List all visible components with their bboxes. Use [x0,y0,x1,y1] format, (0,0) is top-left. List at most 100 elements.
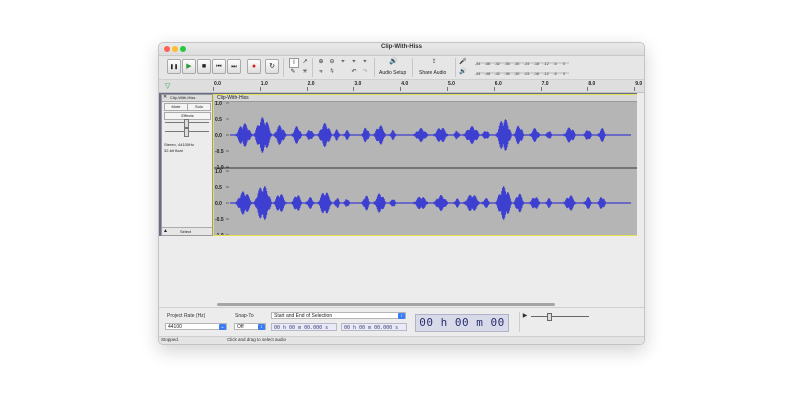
snap-to-value: Off [237,324,244,330]
status-bar: Stopped. Click and drag to select audio [159,336,644,344]
meter-tick-label: -42 [495,62,500,66]
window-title: Clip-With-Hiss [381,44,422,50]
stop-icon: ■ [201,63,207,70]
track-format-info: Stereo, 44100Hz [164,142,195,147]
waveform-clip[interactable]: Clip-With-Hiss 1.0 0.5 0.0 -0.5 -1.0 1.0 0.5 0.… [213,94,638,236]
chevron-down-icon[interactable]: ⌄ [219,324,226,330]
play-speed-slider[interactable] [531,316,589,317]
redo-icon[interactable]: ↷ [361,68,369,76]
meter-tick-label: -12 [544,62,549,66]
fit-selection-icon[interactable]: ⌖ [339,58,347,66]
speaker-meter-icon: 🔊 [459,69,467,75]
meter-tick-label: -54 [475,62,480,66]
selection-mode-select[interactable]: Start and End of Selection ↕ [271,312,406,319]
solo-button[interactable]: Solo [187,103,211,111]
stop-button[interactable]: ■ [197,59,211,74]
meter-tick-label: -6 [553,72,556,76]
ruler-tick-label: 7.0 [541,81,549,87]
skip-to-end-button[interactable]: ⏭ [227,59,241,74]
gain-slider-thumb[interactable] [184,119,189,128]
select-track-button[interactable]: Select [180,229,191,234]
title-bar: Clip-With-Hiss [159,43,644,56]
pause-icon: ❚❚ [169,64,179,70]
microphone-icon: 🎤 [459,59,467,65]
amplitude-scale-label: -0.5 [215,149,224,155]
waveform-display[interactable]: 1.00.50.0-0.5-1.01.00.50.0-0.5-1.0 [214,101,637,235]
toolbar-separator [455,58,456,77]
ruler-tick-mark [306,87,308,91]
toolbar-separator [312,58,313,77]
ruler-tick-label: 1.0 [260,81,268,87]
speaker-icon[interactable]: 🔊 [389,58,398,66]
chevron-updown-icon[interactable]: ↕ [258,324,265,330]
play-at-speed-icon[interactable]: ▶ [521,312,529,320]
pause-button[interactable]: ❚❚ [167,59,181,74]
project-rate-label: Project Rate (Hz) [167,313,206,319]
meter-tick-label: -48 [485,72,490,76]
mute-button[interactable]: Mute [164,103,188,111]
ruler-tick-label: 3.0 [354,81,362,87]
ruler-tick-mark [447,87,448,91]
level-meters[interactable]: -54 -48 -42 -36 -30 -24 -18 -12 -6 0 -54 -48 -42 -36… [471,59,571,77]
ruler-tick-label: 6.0 [494,81,502,87]
loop-button[interactable]: ↻ [265,59,279,74]
project-rate-select[interactable]: 44100 ⌄ [165,323,227,330]
track-name-menu[interactable]: Clip-With-Hiss [170,95,195,100]
ruler-tick-mark [634,87,636,91]
zoom-toggle-icon[interactable]: ⌖ [361,58,369,66]
record-meter[interactable]: -54 -48 -42 -36 -30 -24 -18 -12 -6 0 [475,62,569,66]
share-icon[interactable]: ⇪ [430,58,438,66]
chevron-updown-icon[interactable]: ↕ [398,313,405,319]
selection-start-time[interactable]: 00 h 00 m 00.000 s [271,323,337,331]
timeline-ruler[interactable]: ▽ 0.0 1.0 2.0 3.0 4.0 5.0 6.0 7.0 8.0 9.0 [159,80,644,93]
collapse-track-icon[interactable]: ▲ [163,228,168,234]
meter-tick-label: -42 [495,72,500,76]
selection-tool-icon[interactable]: I [289,58,299,68]
zoom-in-icon[interactable]: ⊕ [317,58,325,66]
selection-end-time[interactable]: 00 h 00 m 00.000 s [341,323,407,331]
amplitude-scale-label: 0.5 [215,117,222,123]
undo-icon[interactable]: ↶ [350,68,358,76]
toolbar: ❚❚ ▶ ■ ⏮ ⏭ ● ↻ I ↗ ✎ ✳ ⊕ ⊖ ⌖ ⌖ ⌖ ⫧ ⫩ ↶ ↷… [159,56,644,80]
loop-icon: ↻ [269,63,275,70]
amplitude-scale-label: -0.5 [215,217,224,223]
snap-to-label: Snap-To [235,313,254,319]
toolbar-separator [283,58,284,77]
ruler-tick-mark [259,87,261,91]
audio-setup-button[interactable]: Audio Setup [379,70,406,76]
tracks-area[interactable]: ✕ Clip-With-Hiss Mute Solo Effects Stere… [159,93,638,236]
draw-tool-icon[interactable]: ✎ [289,68,297,76]
playback-meter[interactable]: -54 -48 -42 -36 -30 -24 -18 -12 -6 0 [475,72,569,76]
zoom-out-icon[interactable]: ⊖ [328,58,336,66]
ruler-tick-mark [493,87,495,91]
record-button[interactable]: ● [247,59,261,74]
multi-tool-icon[interactable]: ✳ [301,68,309,76]
ruler-tick-label: 4.0 [401,81,409,87]
ruler-tick-mark [587,87,589,91]
track-bit-depth-info: 32-bit float [164,148,183,153]
status-hint: Click and drag to select audio [227,337,287,342]
amplitude-scale-label: -1.0 [215,233,224,235]
meter-tick-label: -54 [475,72,480,76]
fit-project-icon[interactable]: ⌖ [350,58,358,66]
silence-audio-icon[interactable]: ⫩ [328,68,336,76]
audio-position-display[interactable]: 00 h 00 m 00 s [415,314,509,344]
ruler-tick-label: 2.0 [307,81,315,87]
play-button[interactable]: ▶ [182,59,196,74]
ruler-tick-label: 0.0 [214,81,221,87]
project-rate-value: 44100 [168,324,182,330]
trim-audio-icon[interactable]: ⫧ [317,68,325,76]
vertical-scrollbar[interactable] [637,93,644,303]
close-track-icon[interactable]: ✕ [163,94,167,100]
skip-to-start-button[interactable]: ⏮ [212,59,226,74]
play-icon: ▶ [186,63,192,70]
toolbar-separator [412,58,413,77]
horizontal-scrollbar-thumb[interactable] [217,303,555,306]
pan-slider-thumb[interactable] [184,128,189,137]
track-footer: ▲ Select [162,227,212,235]
play-speed-slider-thumb[interactable] [547,313,552,321]
snap-to-select[interactable]: Off ↕ [234,323,266,330]
envelope-tool-icon[interactable]: ↗ [301,58,309,66]
share-audio-button[interactable]: Share Audio [419,70,446,76]
play-head-icon[interactable]: ▽ [165,82,170,90]
